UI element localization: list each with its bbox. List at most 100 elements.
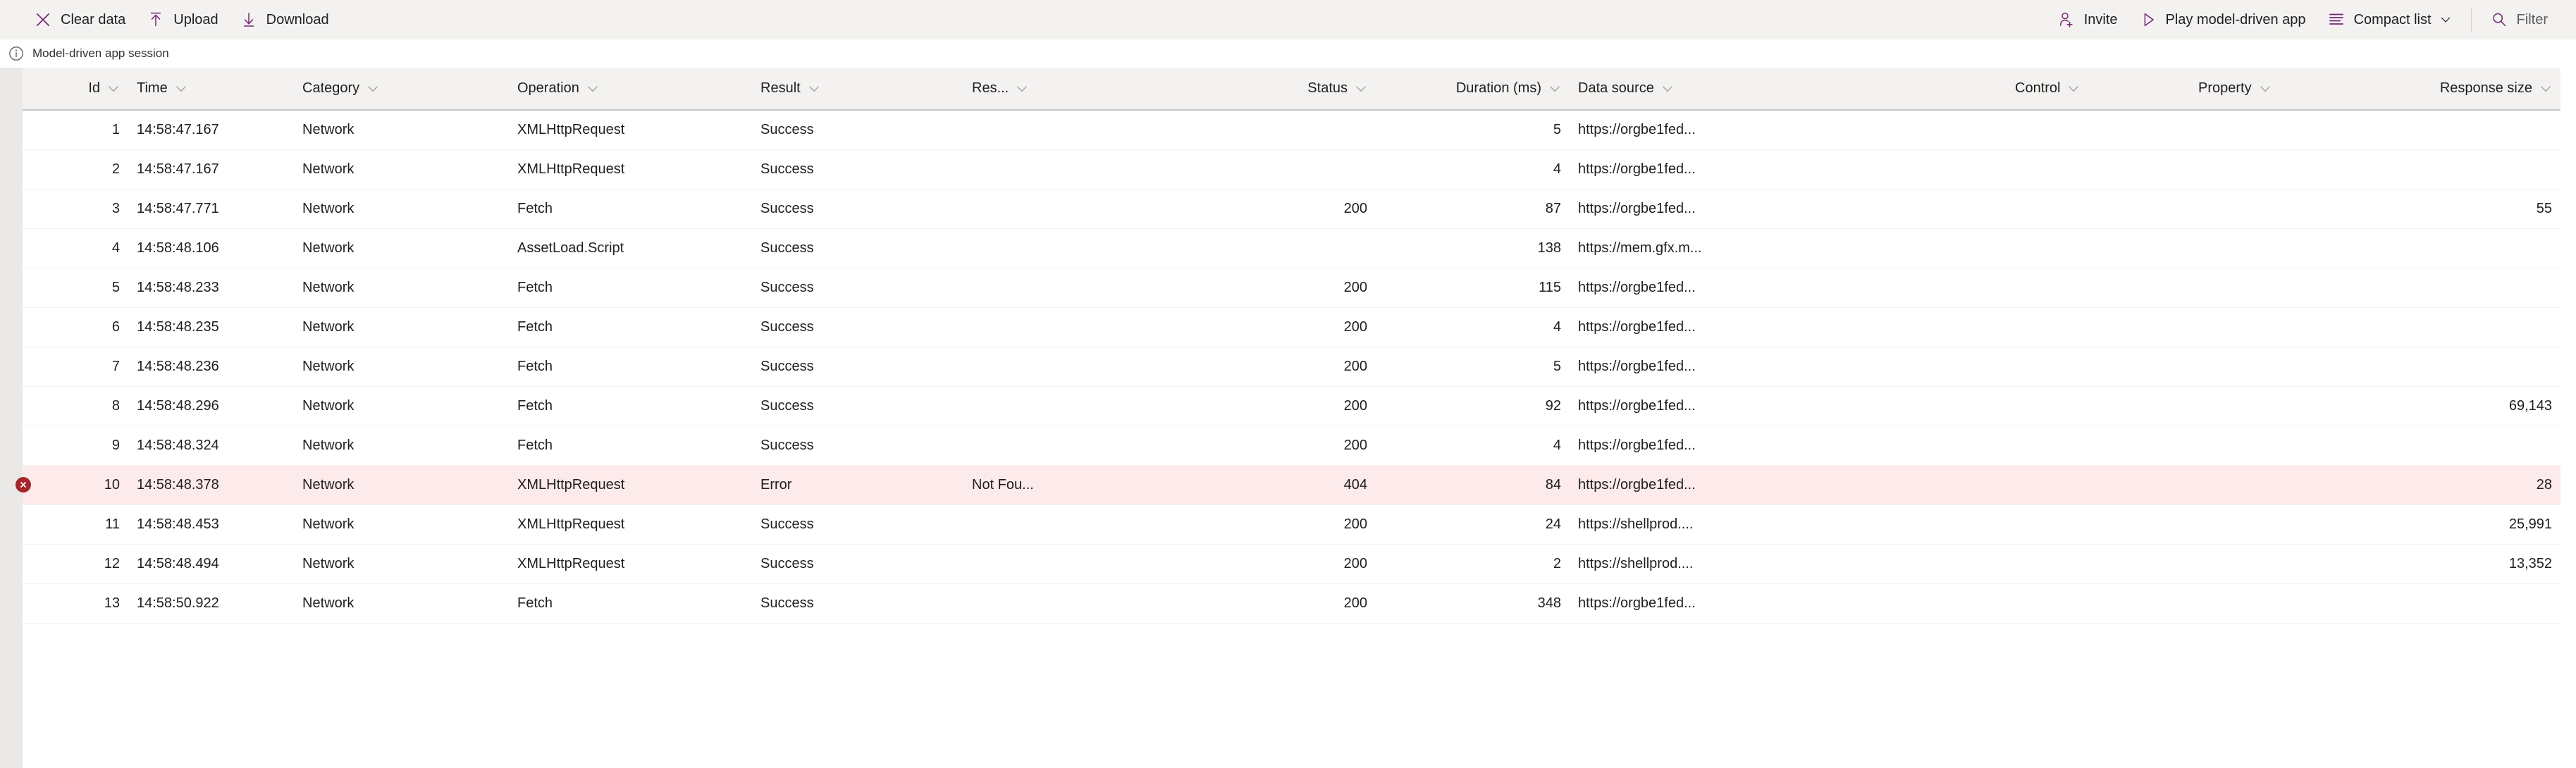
cell-status: 200 [1097, 189, 1376, 229]
table-row[interactable]: 3 14:58:47.771 Network Fetch Success 200 87 htt… [23, 189, 2560, 229]
chevron-down-icon[interactable] [2259, 82, 2272, 95]
cell-response_size: 28 [2394, 465, 2560, 505]
cell-result: Success [752, 386, 963, 426]
table-row[interactable]: 13 14:58:50.922 Network Fetch Success 200 348 h… [23, 583, 2560, 624]
cell-data_source: https://orgbe1fed... [1570, 189, 2007, 229]
table-row[interactable]: 10 14:58:48.378 Network XMLHttpRequest Error… [23, 465, 2560, 505]
cell-res [963, 149, 1097, 190]
play-model-driven-app-button[interactable]: Play model-driven app [2129, 6, 2316, 34]
table-row[interactable]: 5 14:58:48.233 Network Fetch Success 200 115 ht… [23, 268, 2560, 308]
cell-duration: 2 [1376, 544, 1570, 584]
clear-data-button-label: Clear data [61, 12, 126, 27]
cell-category: Network [294, 307, 509, 347]
column-header-response_size[interactable]: Response size [2394, 68, 2560, 110]
row-error-icon [16, 477, 31, 493]
cell-status [1097, 110, 1376, 150]
column-header-category[interactable]: Category [294, 68, 509, 110]
cell-duration: 92 [1376, 386, 1570, 426]
cell-status: 200 [1097, 347, 1376, 387]
cell-response_size [2394, 268, 2560, 308]
cell-id: 2 [23, 149, 128, 190]
cell-control [2007, 307, 2190, 347]
chevron-down-icon[interactable] [1548, 82, 1561, 95]
download-button[interactable]: Download [230, 6, 339, 34]
cell-data_source: https://orgbe1fed... [1570, 426, 2007, 466]
cell-response_size [2394, 583, 2560, 624]
column-header-result[interactable]: Result [752, 68, 963, 110]
cell-time: 14:58:47.771 [128, 189, 294, 229]
cell-operation: Fetch [509, 583, 752, 624]
invite-person-icon [2057, 11, 2076, 29]
cell-result: Success [752, 426, 963, 466]
cell-res [963, 307, 1097, 347]
cell-result: Success [752, 347, 963, 387]
table-row[interactable]: 12 14:58:48.494 Network XMLHttpRequest Succe… [23, 544, 2560, 584]
compact-list-button[interactable]: Compact list [2317, 6, 2461, 34]
table-row[interactable]: 11 14:58:48.453 Network XMLHttpRequest Succe… [23, 504, 2560, 545]
invite-button[interactable]: Invite [2047, 6, 2128, 34]
column-header-id[interactable]: Id [23, 68, 128, 110]
column-header-status[interactable]: Status [1097, 68, 1376, 110]
cell-time: 14:58:48.324 [128, 426, 294, 466]
column-header-operation[interactable]: Operation [509, 68, 752, 110]
cell-id: 7 [23, 347, 128, 387]
play-model-driven-app-button-label: Play model-driven app [2165, 12, 2306, 27]
cell-status: 200 [1097, 307, 1376, 347]
column-header-res[interactable]: Res... [963, 68, 1097, 110]
cell-response_size [2394, 307, 2560, 347]
cell-data_source: https://shellprod.... [1570, 504, 2007, 545]
column-header-label-result: Result [760, 80, 801, 96]
chevron-down-icon[interactable] [586, 82, 599, 95]
cell-id: 9 [23, 426, 128, 466]
cell-property [2190, 583, 2394, 624]
upload-button[interactable]: Upload [137, 6, 228, 34]
chevron-down-icon[interactable] [107, 82, 120, 95]
chevron-down-icon[interactable] [2067, 82, 2080, 95]
cell-res [963, 228, 1097, 268]
column-header-time[interactable]: Time [128, 68, 294, 110]
cell-status: 200 [1097, 386, 1376, 426]
cell-duration: 24 [1376, 504, 1570, 545]
chevron-down-icon[interactable] [808, 82, 820, 95]
chevron-down-icon[interactable] [366, 82, 379, 95]
chevron-down-icon[interactable] [1355, 82, 1367, 95]
cell-status: 200 [1097, 504, 1376, 545]
cell-property [2190, 307, 2394, 347]
chevron-down-icon[interactable] [1661, 82, 1674, 95]
cell-response_size [2394, 110, 2560, 150]
column-header-control[interactable]: Control [2007, 68, 2190, 110]
cell-data_source: https://orgbe1fed... [1570, 307, 2007, 347]
cell-duration: 348 [1376, 583, 1570, 624]
cell-id: 11 [23, 504, 128, 545]
column-header-label-category: Category [302, 80, 360, 96]
filter-button[interactable]: Filter [2480, 6, 2558, 34]
table-row[interactable]: 9 14:58:48.324 Network Fetch Success 200 4 http… [23, 426, 2560, 466]
table-row[interactable]: 2 14:58:47.167 Network XMLHttpRequest Succes… [23, 149, 2560, 190]
cell-property [2190, 268, 2394, 308]
chevron-down-icon[interactable] [1016, 82, 1028, 95]
cell-duration: 87 [1376, 189, 1570, 229]
cell-id: 8 [23, 386, 128, 426]
cell-property [2190, 189, 2394, 229]
clear-data-button[interactable]: Clear data [24, 6, 135, 34]
column-header-property[interactable]: Property [2190, 68, 2394, 110]
table-row[interactable]: 6 14:58:48.235 Network Fetch Success 200 4 http… [23, 307, 2560, 347]
cell-response_size: 55 [2394, 189, 2560, 229]
cell-time: 14:58:48.235 [128, 307, 294, 347]
table-row[interactable]: 4 14:58:48.106 Network AssetLoad.Script Succ… [23, 228, 2560, 268]
table-row[interactable]: 8 14:58:48.296 Network Fetch Success 200 92 htt… [23, 386, 2560, 426]
cell-id: 6 [23, 307, 128, 347]
column-header-duration[interactable]: Duration (ms) [1376, 68, 1570, 110]
cell-time: 14:58:48.453 [128, 504, 294, 545]
cell-control [2007, 110, 2190, 150]
chevron-down-icon[interactable] [175, 82, 187, 95]
cell-result: Success [752, 228, 963, 268]
table-row[interactable]: 1 14:58:47.167 Network XMLHttpRequest Succes… [23, 110, 2560, 150]
events-table-body: 1 14:58:47.167 Network XMLHttpRequest Succes… [23, 110, 2560, 624]
table-row[interactable]: 7 14:58:48.236 Network Fetch Success 200 5 http… [23, 347, 2560, 387]
session-info-bar: Model-driven app session [0, 39, 2576, 68]
chevron-down-icon[interactable] [2539, 82, 2552, 95]
column-header-data_source[interactable]: Data source [1570, 68, 2007, 110]
cell-response_size: 25,991 [2394, 504, 2560, 545]
cell-result: Success [752, 268, 963, 308]
